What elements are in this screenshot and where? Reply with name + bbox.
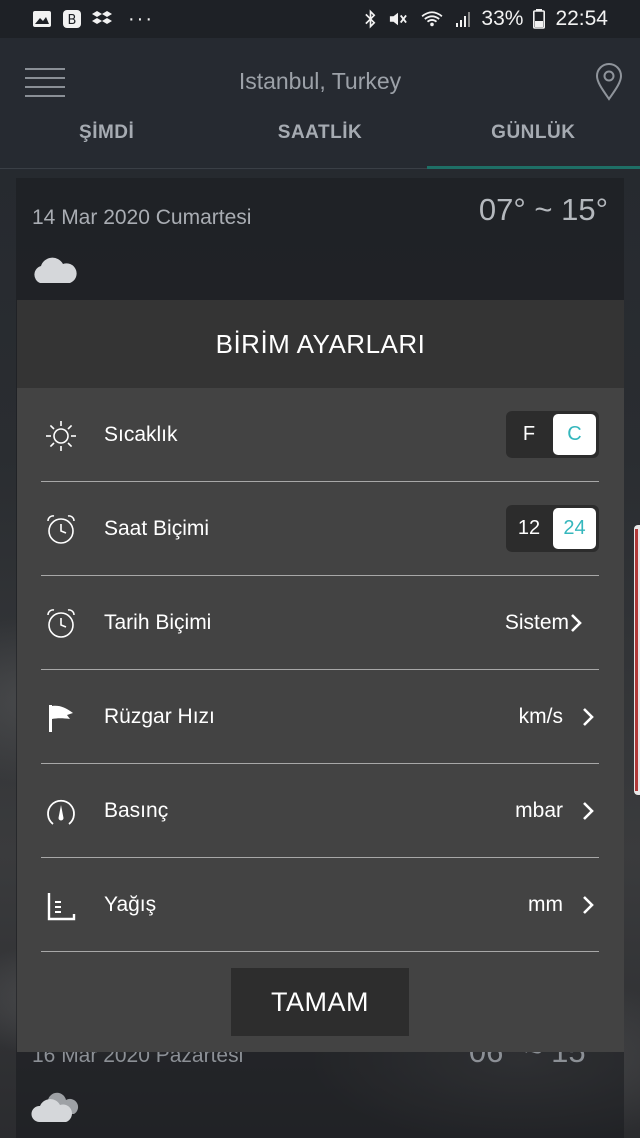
chevron-right-icon: [583, 802, 594, 820]
unit-settings-dialog: BİRİM AYARLARI Sıcaklık F C Saat Biçimi: [17, 300, 624, 1052]
row-label-time-format: Saat Biçimi: [104, 517, 210, 540]
tab-saatlik[interactable]: SAATLİK: [213, 122, 426, 152]
tab-simdi[interactable]: ŞİMDİ: [0, 122, 213, 152]
mute-icon: [390, 12, 408, 26]
toggle-option-24[interactable]: 24: [553, 508, 596, 549]
row-label-pressure: Basınç: [104, 799, 169, 822]
status-bar: B ··· 33% 22:54: [0, 0, 640, 38]
location-pin-icon[interactable]: [594, 62, 624, 102]
app-header: Istanbul, Turkey ŞİMDİ SAATLİK GÜNLÜK: [0, 38, 640, 170]
battery-percent: 33%: [481, 7, 524, 30]
day-temp-range: 07° ~ 15°: [478, 192, 608, 227]
row-time-format: Saat Biçimi 12 24: [41, 482, 599, 576]
sun-icon: [46, 421, 76, 451]
row-label-precipitation: Yağış: [104, 893, 157, 916]
chevron-right-icon: [571, 614, 582, 632]
toggle-option-f[interactable]: F: [506, 411, 552, 458]
row-label-temperature: Sıcaklık: [104, 423, 178, 446]
row-wind-speed[interactable]: Rüzgar Hızı km/s: [41, 670, 599, 764]
battery-icon: [533, 9, 546, 29]
pressure-value: mbar: [515, 799, 563, 822]
city-title: Istanbul, Turkey: [238, 68, 402, 94]
time-format-toggle[interactable]: 12 24: [506, 505, 599, 552]
cloud-icon: [34, 257, 77, 283]
dropbox-icon: [92, 11, 112, 24]
signal-icon: [456, 12, 471, 27]
row-label-date-format: Tarih Biçimi: [104, 611, 212, 634]
row-date-format[interactable]: Tarih Biçimi Sistem: [41, 576, 599, 670]
day-date: 14 Mar 2020 Cumartesi: [32, 206, 252, 229]
alarm-clock-icon: [47, 609, 75, 638]
toggle-option-c[interactable]: C: [553, 414, 596, 455]
date-format-value: Sistem: [504, 611, 569, 634]
row-precipitation[interactable]: Yağış mm: [41, 858, 599, 952]
temperature-unit-toggle[interactable]: F C: [506, 411, 599, 458]
alarm-clock-icon: [47, 515, 75, 544]
gauge-icon: [47, 799, 75, 825]
chevron-right-icon: [583, 708, 594, 726]
edge-panel-handle[interactable]: [634, 525, 640, 795]
tab-bar: ŞİMDİ SAATLİK GÜNLÜK: [0, 122, 640, 152]
clock-time: 22:54: [555, 7, 608, 30]
wind-flag-icon: [49, 705, 73, 732]
svg-text:B: B: [68, 13, 77, 28]
more-notifications: ···: [128, 7, 154, 30]
wind-speed-value: km/s: [518, 705, 563, 728]
wifi-icon: [421, 11, 443, 27]
row-temperature: Sıcaklık F C: [41, 388, 599, 482]
app-notification-icon: B: [63, 10, 81, 28]
tab-divider: [0, 168, 427, 169]
row-pressure[interactable]: Basınç mbar: [41, 764, 599, 858]
rain-gauge-icon: [47, 893, 76, 921]
precipitation-value: mm: [528, 893, 563, 916]
cloud-icon: [31, 1092, 79, 1122]
row-label-wind-speed: Rüzgar Hızı: [104, 705, 215, 728]
dialog-title: BİRİM AYARLARI: [17, 300, 624, 388]
bluetooth-icon: [365, 9, 376, 29]
image-icon: [33, 11, 51, 27]
active-tab-indicator: [427, 166, 640, 169]
tab-gunluk[interactable]: GÜNLÜK: [427, 122, 640, 152]
toggle-option-12[interactable]: 12: [506, 505, 552, 552]
chevron-right-icon: [583, 896, 594, 914]
ok-button[interactable]: TAMAM: [231, 968, 409, 1036]
